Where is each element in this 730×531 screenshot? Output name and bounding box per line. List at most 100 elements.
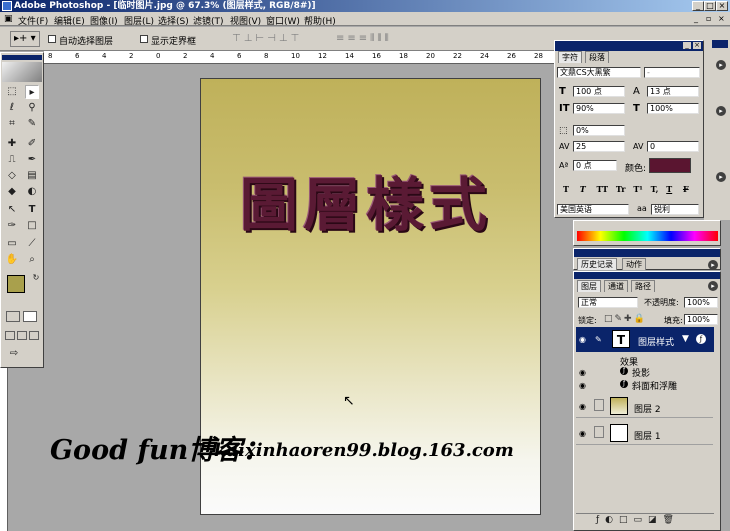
blend-mode-select[interactable]: 正常: [578, 297, 638, 308]
layers-menu-arrow-icon[interactable]: ▸: [708, 281, 718, 291]
history-menu-arrow-icon[interactable]: ▸: [708, 260, 718, 270]
kerning-input[interactable]: 0: [647, 141, 699, 152]
gradient-tool-icon[interactable]: ▤: [25, 169, 39, 183]
doc-restore-button[interactable]: ▫: [706, 14, 711, 23]
visibility-eye-icon[interactable]: ◉: [579, 382, 589, 390]
tracking-input[interactable]: 25: [573, 141, 625, 152]
tab-history[interactable]: 历史记录: [577, 258, 617, 270]
auto-select-checkbox[interactable]: [48, 35, 56, 43]
font-family-select[interactable]: 文鼎CS大黑繁: [557, 67, 641, 78]
font-style-select[interactable]: -: [644, 67, 700, 78]
hand-tool-icon[interactable]: ✋: [5, 253, 19, 267]
font-size-input[interactable]: 100 点: [573, 86, 625, 97]
styled-text-layer[interactable]: 圖層樣式: [240, 158, 492, 242]
effects-toggle-icon[interactable]: ▼: [682, 334, 689, 344]
layer-row[interactable]: ◉ 图层 2: [576, 394, 713, 418]
tab-character[interactable]: 字符: [558, 51, 582, 63]
tab-layers[interactable]: 图层: [577, 280, 601, 292]
dodge-tool-icon[interactable]: ◐: [25, 185, 39, 199]
antialias-select[interactable]: 锐利: [651, 204, 699, 215]
screen-mode-menubar-button[interactable]: [17, 331, 27, 340]
adobe-feather-logo[interactable]: [2, 62, 42, 82]
underline-button[interactable]: T: [666, 184, 672, 194]
magic-wand-tool-icon[interactable]: ⚲: [25, 101, 39, 115]
strikethrough-button[interactable]: F: [683, 184, 689, 194]
pen-tool-icon[interactable]: ✑: [5, 219, 19, 233]
tab-channels[interactable]: 通道: [604, 280, 628, 292]
healing-brush-tool-icon[interactable]: ✚: [5, 137, 19, 151]
tab-paths[interactable]: 路径: [631, 280, 655, 292]
move-tool-icon[interactable]: ▸: [25, 85, 39, 99]
subscript-button[interactable]: T,: [651, 184, 659, 194]
visibility-eye-icon[interactable]: ◉: [579, 369, 589, 377]
maximize-button[interactable]: □: [704, 1, 716, 11]
layer-row-selected[interactable]: ◉ ✎ T 图层样式 ▼ ƒ: [576, 327, 714, 352]
panel-menu-arrow-icon[interactable]: ▸: [716, 60, 726, 70]
screen-mode-full-button[interactable]: [29, 331, 39, 340]
minimize-button[interactable]: _: [692, 1, 704, 11]
slice-tool-icon[interactable]: ✎: [25, 117, 39, 131]
eyedropper-tool-icon[interactable]: ⟋: [25, 237, 39, 251]
menu-doc-icon[interactable]: ▣: [4, 14, 13, 24]
crop-tool-icon[interactable]: ⌗: [5, 117, 19, 131]
foreground-color-swatch[interactable]: [7, 275, 25, 293]
panel-menu-arrow-icon[interactable]: ▸: [716, 106, 726, 116]
opacity-input[interactable]: 100%: [684, 297, 718, 308]
text-color-swatch[interactable]: [649, 158, 691, 173]
history-brush-tool-icon[interactable]: ✒: [25, 153, 39, 167]
faux-italic-button[interactable]: T: [580, 184, 586, 194]
fill-input[interactable]: 100%: [684, 314, 718, 325]
tsume-input[interactable]: 0%: [573, 125, 625, 136]
menu-filter[interactable]: 滤镜(T): [193, 14, 224, 27]
tab-actions[interactable]: 动作: [622, 258, 646, 270]
shape-tool-icon[interactable]: □: [25, 219, 39, 233]
baseline-shift-input[interactable]: 0 点: [573, 160, 617, 171]
effect-bevel-emboss[interactable]: 斜面和浮雕: [632, 379, 677, 392]
visibility-eye-icon[interactable]: ◉: [579, 336, 589, 344]
marquee-tool-icon[interactable]: ⬚: [5, 85, 19, 99]
doc-close-button[interactable]: ×: [718, 14, 725, 23]
zoom-tool-icon[interactable]: ⌕: [25, 253, 39, 267]
show-bounds-checkbox[interactable]: [140, 35, 148, 43]
menu-window[interactable]: 窗口(W): [266, 14, 300, 27]
color-ramp[interactable]: [577, 231, 718, 241]
type-tool-icon[interactable]: T: [25, 203, 39, 217]
char-panel-close-button[interactable]: ×: [693, 42, 701, 49]
visibility-eye-icon[interactable]: ◉: [579, 430, 589, 438]
lasso-tool-icon[interactable]: ℓ: [5, 101, 19, 115]
menu-file[interactable]: 文件(F): [18, 14, 48, 27]
path-selection-tool-icon[interactable]: ↖: [5, 203, 19, 217]
align-buttons-group[interactable]: ⊤⊥⊢⊣⊥⊤: [232, 33, 322, 45]
faux-bold-button[interactable]: T: [563, 184, 569, 194]
menu-edit[interactable]: 编辑(E): [54, 14, 85, 27]
notes-tool-icon[interactable]: ▭: [5, 237, 19, 251]
layer-action-icons[interactable]: ƒ◐□▭◪🗑: [596, 515, 680, 525]
distribute-buttons-group[interactable]: ≡≡≡⫴⫴⫴: [336, 33, 446, 45]
menu-select[interactable]: 选择(S): [158, 14, 189, 27]
small-caps-button[interactable]: Tr: [616, 184, 626, 194]
move-tool-preset-picker[interactable]: ▸+ ▾: [10, 31, 40, 47]
tab-paragraph[interactable]: 段落: [585, 51, 609, 63]
eraser-tool-icon[interactable]: ◇: [5, 169, 19, 183]
horizontal-scale-input[interactable]: 100%: [647, 103, 699, 114]
language-select[interactable]: 美国英语: [557, 204, 629, 215]
layer-row[interactable]: ◉ 图层 1: [576, 421, 713, 445]
effect-drop-shadow[interactable]: 投影: [632, 366, 650, 379]
char-panel-minimize-button[interactable]: _: [683, 42, 691, 49]
leading-input[interactable]: 13 点: [647, 86, 699, 97]
menu-help[interactable]: 帮助(H): [304, 14, 336, 27]
link-box[interactable]: [594, 426, 604, 438]
lock-icons[interactable]: □✎✚🔒: [604, 314, 647, 324]
imageready-jump-icon[interactable]: ⇨: [7, 347, 21, 361]
close-button[interactable]: ×: [716, 1, 728, 11]
all-caps-button[interactable]: TT: [597, 184, 609, 194]
brush-tool-icon[interactable]: ✐: [25, 137, 39, 151]
link-box[interactable]: [594, 399, 604, 411]
doc-minimize-button[interactable]: _: [694, 14, 698, 23]
quick-mask-mode-button[interactable]: [23, 311, 37, 322]
superscript-button[interactable]: T¹: [633, 184, 642, 194]
menu-view[interactable]: 视图(V): [230, 14, 261, 27]
vertical-scale-input[interactable]: 90%: [573, 103, 625, 114]
blur-tool-icon[interactable]: ◆: [5, 185, 19, 199]
visibility-eye-icon[interactable]: ◉: [579, 403, 589, 411]
